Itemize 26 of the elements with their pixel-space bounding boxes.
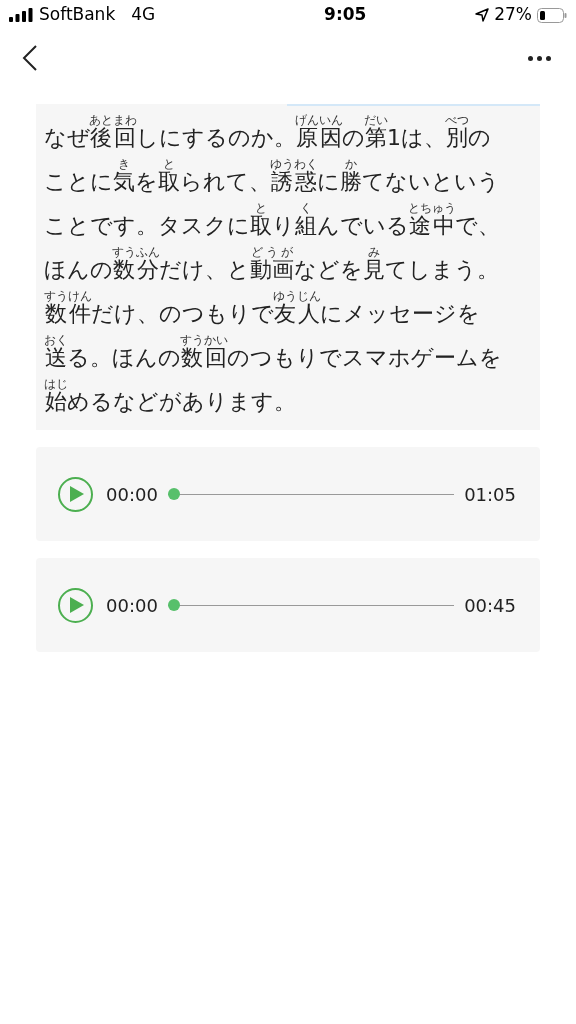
text-line: 始 はじ めるなどがあります。 — [44, 378, 297, 416]
battery-icon — [537, 7, 567, 23]
text-line: 数件 すうけん だけ、のつもりで友人 ゆうじん にメッセージを — [44, 290, 481, 328]
play-icon — [70, 597, 84, 613]
progress-thumb[interactable] — [167, 599, 180, 611]
text-line: なぜ後回 あとまわ しにするのか。原因 げんいん の第 だい 1は、別 べつ の — [44, 114, 492, 152]
progress-track[interactable] — [167, 488, 455, 500]
clock-time: 9:05 — [324, 3, 367, 27]
play-button[interactable] — [58, 476, 93, 512]
text-line: ことに気 き を取 と られて、誘惑 ゆうわく に勝 か てないという — [44, 158, 501, 196]
current-time: 00:00 — [106, 593, 158, 618]
duration-time: 00:45 — [464, 593, 516, 618]
progress-track[interactable] — [167, 599, 455, 611]
text-line: ほんの数分 すうふん だけ、と 動画 どうが などを見 み てしまう。 — [44, 246, 500, 284]
text-line: ことです。タスクに取 と り 組 く んでいる途中 とちゅう で、 — [44, 202, 501, 240]
progress-thumb[interactable] — [167, 488, 180, 500]
play-button[interactable] — [58, 587, 93, 623]
text-line: 送 おく る。ほんの数回 すうかい のつもりでスマホゲームを — [44, 334, 503, 372]
battery-percent: 27% — [494, 3, 532, 27]
duration-time: 01:05 — [464, 482, 516, 507]
network-type: 4G — [131, 3, 156, 27]
play-icon — [70, 486, 84, 502]
current-time: 00:00 — [106, 482, 158, 507]
carrier-name: SoftBank — [39, 3, 116, 27]
location-arrow-icon — [475, 8, 490, 22]
signal-icon — [9, 8, 33, 22]
